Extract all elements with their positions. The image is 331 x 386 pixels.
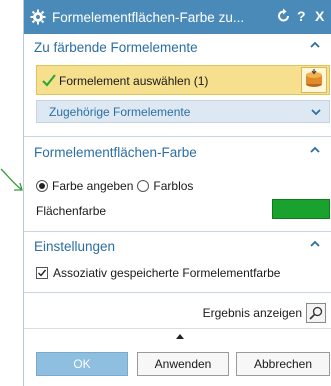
show-result-row: Ergebnis anzeigen [203, 303, 326, 323]
magnifier-icon [309, 306, 323, 320]
section-header-face-color[interactable]: Formelementflächen-Farbe [24, 140, 331, 164]
title-bar: Formelementflächen-Farbe zu... ? X [24, 0, 331, 34]
close-button[interactable]: X [315, 8, 324, 24]
radio-specify-color[interactable] [36, 180, 48, 192]
apply-button[interactable]: Anwenden [137, 352, 229, 376]
select-feature-row[interactable]: Formelement auswählen (1) [36, 65, 330, 95]
section-title: Formelementflächen-Farbe [34, 144, 197, 160]
dialog: Formelementflächen-Farbe zu... ? X Zu fä… [23, 0, 331, 386]
cylinder-icon [306, 69, 322, 87]
section-header-features[interactable]: Zu färbende Formelemente [24, 35, 331, 59]
associative-color-checkbox[interactable] [36, 267, 48, 279]
associated-features-label: Zugehörige Formelemente [49, 105, 191, 119]
radio-specify-label: Farbe angeben [52, 179, 134, 193]
ok-button[interactable]: OK [36, 352, 128, 376]
chevron-up-icon[interactable] [310, 145, 320, 155]
cancel-button[interactable]: Abbrechen [236, 352, 330, 376]
checkmark-icon [38, 269, 47, 277]
show-result-label: Ergebnis anzeigen [202, 306, 302, 320]
color-mode-radio-group: Farbe angeben Farblos [36, 179, 193, 193]
section-divider [24, 292, 331, 293]
show-result-button[interactable] [306, 303, 326, 323]
gear-icon [30, 9, 46, 25]
face-color-swatch[interactable] [272, 199, 330, 219]
chevron-up-icon[interactable] [310, 239, 320, 249]
chevron-up-icon[interactable] [310, 40, 320, 50]
checkmark-icon [42, 74, 56, 87]
section-title: Einstellungen [34, 238, 116, 254]
dialog-title: Formelementflächen-Farbe zu... [52, 9, 245, 25]
feature-select-icon[interactable] [301, 67, 327, 93]
section-header-settings[interactable]: Einstellungen [24, 234, 331, 258]
select-feature-label: Formelement auswählen (1) [59, 74, 209, 88]
section-divider [24, 231, 331, 232]
face-color-label: Flächenfarbe [36, 204, 107, 218]
annotation-arrow [0, 168, 23, 191]
reset-icon[interactable] [276, 8, 292, 24]
associative-color-label: Assoziativ gespeicherte Formelementfarbe [53, 266, 281, 280]
section-title: Zu färbende Formelemente [34, 39, 198, 55]
chevron-down-icon[interactable] [311, 107, 321, 117]
section-divider [24, 136, 331, 137]
footer-divider [24, 328, 331, 329]
collapse-triangle-icon[interactable] [176, 334, 184, 339]
associated-features-row[interactable]: Zugehörige Formelemente [36, 100, 330, 123]
help-button[interactable]: ? [297, 8, 306, 24]
radio-colorless-label: Farblos [153, 179, 194, 193]
radio-colorless[interactable] [137, 180, 150, 192]
associative-color-option: Assoziativ gespeicherte Formelementfarbe [36, 266, 280, 280]
